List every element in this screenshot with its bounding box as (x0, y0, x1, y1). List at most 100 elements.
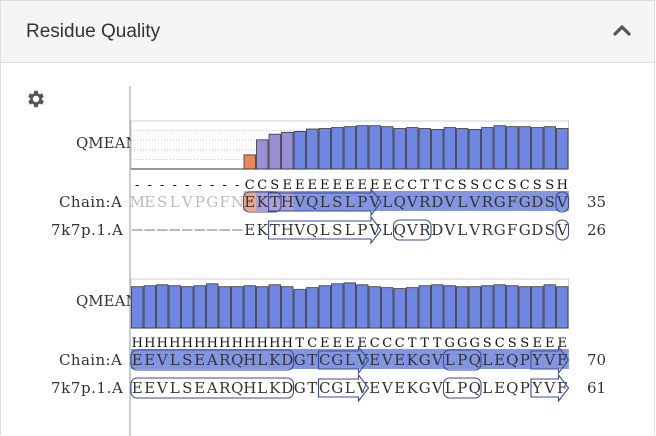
secondary-structure-char: E (283, 178, 293, 193)
chain-residue: E (369, 351, 380, 369)
qmean-bar[interactable] (281, 131, 294, 170)
qmean-bar[interactable] (193, 285, 206, 329)
template-residue: G (419, 379, 431, 397)
secondary-structure-char: C (445, 178, 455, 193)
qmean-bar[interactable] (331, 283, 344, 329)
qmean-bar[interactable] (393, 128, 406, 170)
secondary-structure-char: H (244, 336, 255, 351)
qmean-bar[interactable] (406, 287, 419, 329)
qmean-bar[interactable] (506, 126, 519, 170)
qmean-bar[interactable] (431, 129, 444, 170)
chain-label: Chain:A (59, 193, 122, 211)
qmean-bar[interactable] (331, 127, 344, 170)
sequence-viewer[interactable]: QMEANChain:A7k7p.1.A3526- - - - - - - - - C C S E E E E… (1, 63, 656, 436)
qmean-bar[interactable] (456, 128, 469, 170)
qmean-bar[interactable] (468, 129, 481, 170)
qmean-bar[interactable] (168, 285, 181, 329)
qmean-bar[interactable] (268, 133, 281, 170)
qmean-bar[interactable] (243, 154, 256, 170)
qmean-bar[interactable] (368, 125, 381, 170)
qmean-bar[interactable] (356, 125, 369, 170)
qmean-bar[interactable] (268, 284, 281, 329)
secondary-structure-char: S (545, 178, 554, 193)
qmean-bar[interactable] (506, 285, 519, 329)
qmean-bar[interactable] (531, 286, 544, 329)
qmean-bar[interactable] (318, 128, 331, 170)
qmean-bar[interactable] (518, 286, 531, 329)
qmean-bar[interactable] (493, 284, 506, 329)
chain-residue: Q (231, 351, 243, 369)
chain-residue: V (431, 351, 444, 369)
qmean-bar[interactable] (418, 128, 431, 170)
secondary-structure-char: H (169, 336, 180, 351)
template-residue: V (468, 221, 481, 239)
qmean-bar[interactable] (256, 286, 269, 329)
qmean-bar[interactable] (481, 127, 494, 170)
template-residue: E (144, 379, 155, 397)
qmean-bar[interactable] (131, 286, 144, 329)
chain-label: Chain:A (59, 351, 122, 369)
qmean-bar[interactable] (393, 288, 406, 329)
qmean-bar[interactable] (343, 282, 356, 329)
chain-residue: D (281, 351, 293, 369)
qmean-bar[interactable] (368, 286, 381, 329)
qmean-bar[interactable] (318, 285, 331, 329)
template-residue: H (281, 221, 294, 239)
qmean-bar[interactable] (156, 284, 169, 329)
qmean-bar[interactable] (293, 289, 306, 329)
qmean-bar[interactable] (431, 284, 444, 329)
qmean-bar[interactable] (443, 127, 456, 170)
chain-residue: V (156, 351, 169, 369)
template-residue: L (257, 379, 267, 397)
qmean-bar[interactable] (418, 285, 431, 329)
qmean-bar[interactable] (556, 128, 569, 170)
qmean-bar[interactable] (468, 286, 481, 329)
secondary-structure-char: E (345, 178, 355, 193)
qmean-bar[interactable] (456, 286, 469, 329)
template-residue: R (419, 221, 431, 239)
qmean-bar[interactable] (143, 285, 156, 329)
chain-residue: H (281, 193, 294, 211)
qmean-bar[interactable] (543, 126, 556, 170)
template-residue: E (394, 379, 405, 397)
qmean-bar[interactable] (481, 285, 494, 329)
template-residue: L (382, 221, 392, 239)
secondary-structure-char: G (445, 336, 455, 351)
qmean-bar[interactable] (306, 287, 319, 329)
template-residue: G (294, 379, 306, 397)
qmean-bar[interactable] (281, 286, 294, 329)
template-residue: Y (531, 379, 543, 397)
qmean-bar[interactable] (293, 130, 306, 170)
qmean-bar[interactable] (443, 285, 456, 329)
qmean-bar[interactable] (556, 286, 569, 329)
qmean-bar[interactable] (206, 283, 219, 329)
chain-residue: E (394, 351, 405, 369)
template-residue: F (557, 379, 567, 397)
panel-header[interactable]: Residue Quality (1, 1, 654, 63)
qmean-bar[interactable] (181, 286, 194, 329)
qmean-bar[interactable] (381, 126, 394, 170)
qmean-bar[interactable] (306, 128, 319, 170)
qmean-bar[interactable] (493, 125, 506, 170)
template-label: 7k7p.1.A (51, 379, 124, 397)
qmean-bar[interactable] (543, 284, 556, 329)
chain-residue: L (345, 351, 355, 369)
template-residue: D (431, 221, 443, 239)
qmean-bar[interactable] (518, 126, 531, 170)
qmean-bar[interactable] (381, 287, 394, 329)
qmean-bar[interactable] (406, 127, 419, 170)
chain-residue: L (382, 193, 392, 211)
qmean-bar[interactable] (356, 284, 369, 329)
chevron-up-icon[interactable] (612, 23, 632, 37)
qmean-bar[interactable] (231, 286, 244, 329)
qmean-bar[interactable] (343, 126, 356, 170)
qmean-bar[interactable] (243, 285, 256, 329)
template-residue: L (320, 221, 330, 239)
secondary-structure-char: E (345, 336, 355, 351)
qmean-bar[interactable] (531, 127, 544, 170)
qmean-bar[interactable] (218, 286, 231, 329)
chain-residue: P (357, 193, 367, 211)
qmean-bar[interactable] (256, 139, 269, 170)
secondary-structure-char: C (257, 178, 267, 193)
chain-residue: R (219, 351, 231, 369)
